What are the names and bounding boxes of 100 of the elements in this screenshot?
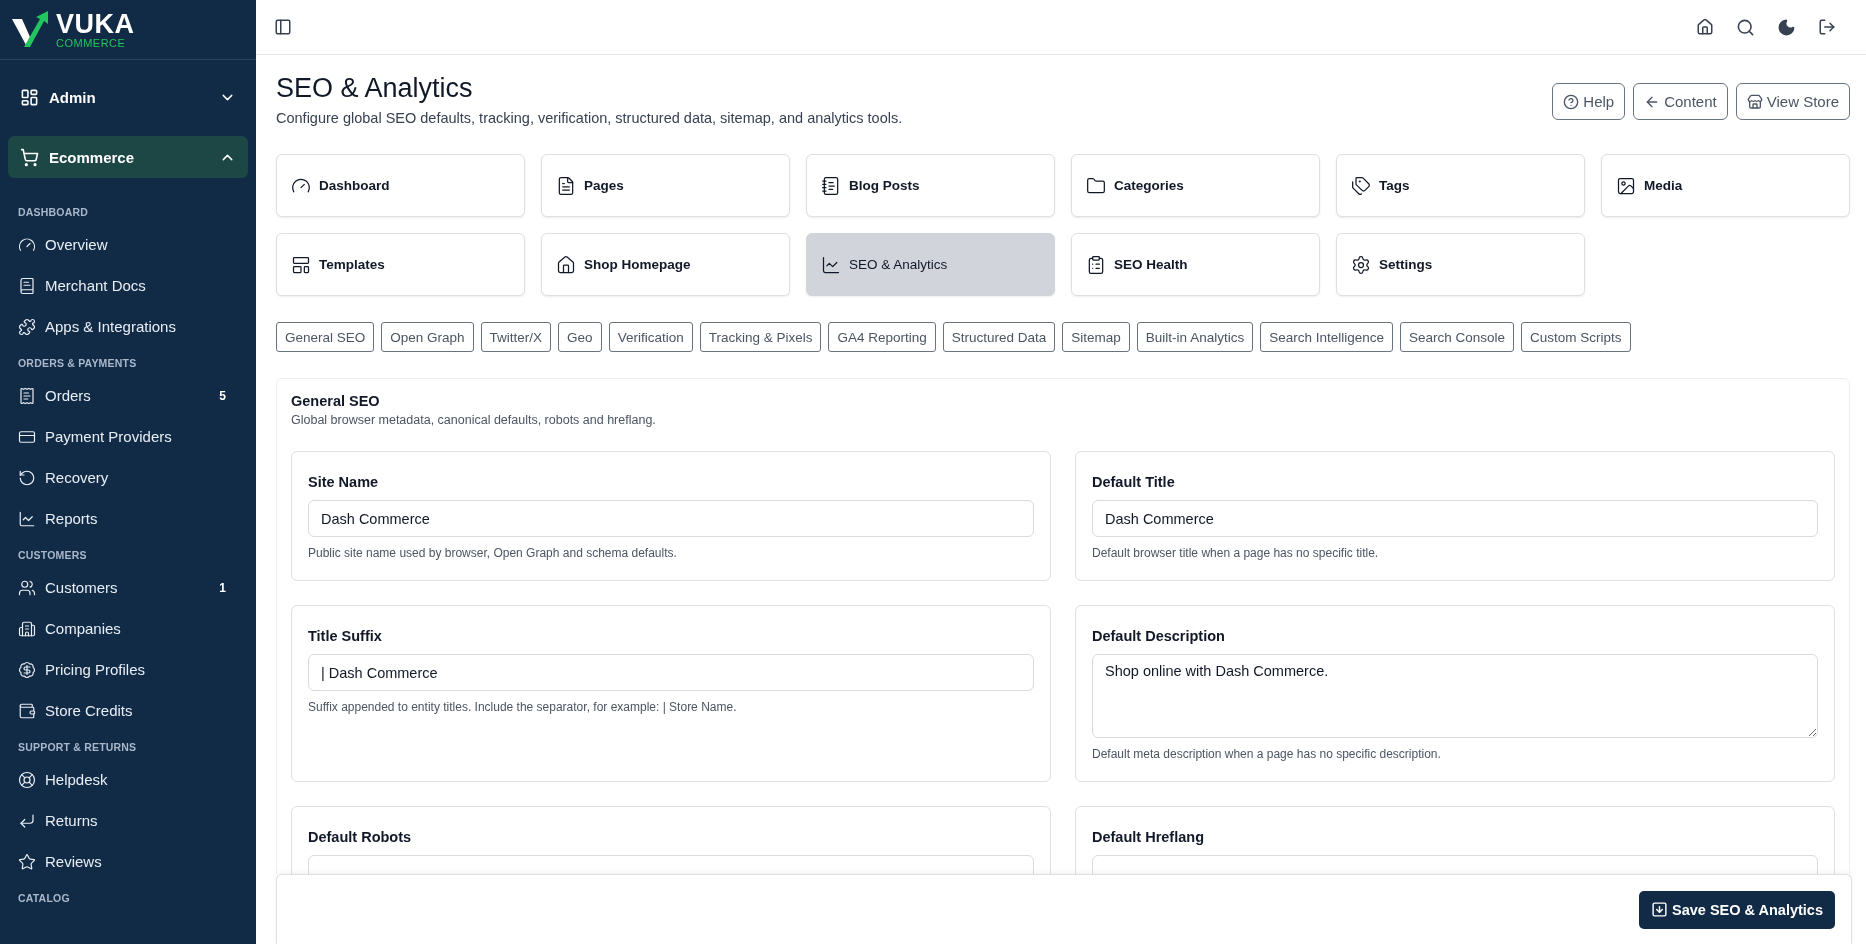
notebook-icon — [821, 175, 841, 196]
sidebar-item[interactable]: Apps & Integrations — [8, 306, 248, 347]
input-field[interactable]: Dash Commerce — [308, 500, 1034, 537]
tab[interactable]: General SEO — [276, 322, 375, 352]
puzzle-icon — [18, 317, 36, 336]
nav-card[interactable]: Media — [1601, 154, 1850, 217]
item-count: 1 — [219, 580, 227, 595]
dollar-badge-icon — [18, 660, 36, 679]
home-button[interactable] — [1696, 18, 1714, 36]
store-icon — [1746, 93, 1763, 110]
sidebar-item[interactable]: Payment Providers — [8, 416, 248, 457]
tab[interactable]: Custom Scripts — [1521, 322, 1631, 352]
field-label: Default Title — [1092, 474, 1176, 490]
header-button[interactable]: Content — [1633, 83, 1728, 120]
sidebar-item[interactable]: Returns — [8, 800, 248, 841]
wallet-icon — [18, 701, 36, 720]
receipt-icon — [18, 386, 36, 405]
save-icon — [1651, 901, 1668, 918]
logout-button[interactable] — [1818, 18, 1836, 36]
template-icon — [291, 254, 311, 275]
sidebar-item[interactable]: Recovery — [8, 457, 248, 498]
nav-card[interactable]: Shop Homepage — [541, 233, 790, 296]
document-icon — [556, 175, 576, 196]
sidebar-item[interactable]: Orders 5 — [8, 375, 248, 416]
tab[interactable]: GA4 Reporting — [828, 322, 936, 352]
tab[interactable]: Open Graph — [381, 322, 474, 352]
users-icon — [18, 578, 36, 597]
line-chart-icon — [18, 509, 36, 528]
tab[interactable]: Geo — [558, 322, 602, 352]
brand-name: VUKA — [56, 10, 135, 38]
lifebuoy-icon — [18, 770, 36, 789]
sidebar-item[interactable]: Reviews — [8, 841, 248, 882]
section-title: SUPPORT & RETURNS — [17, 740, 138, 755]
nav-card[interactable]: Templates — [276, 233, 525, 296]
tab[interactable]: Verification — [608, 322, 693, 352]
help-text: Default meta description when a page has no specific description. — [1092, 747, 1442, 761]
sidebar-item[interactable]: Store Credits — [8, 690, 248, 731]
tab[interactable]: Structured Data — [942, 322, 1056, 352]
tags-icon — [1351, 175, 1371, 196]
line-chart-icon — [821, 254, 841, 275]
tab[interactable]: Twitter/X — [480, 322, 552, 352]
item-count: 5 — [219, 388, 227, 403]
rotate-icon — [18, 468, 36, 487]
tab[interactable]: Sitemap — [1062, 322, 1130, 352]
sidebar-item[interactable]: Pricing Profiles — [8, 649, 248, 690]
sidebar-item[interactable]: Merchant Docs — [8, 265, 248, 306]
section-description: Global browser metadata, canonical defaults, robots and hreflang. — [291, 413, 657, 427]
section-title: ORDERS & PAYMENTS — [17, 356, 138, 371]
field-label: Site Name — [308, 474, 380, 490]
page-title: SEO & Analytics — [276, 73, 474, 104]
sidebar-item[interactable]: Companies — [8, 608, 248, 649]
tab[interactable]: Tracking & Pixels — [699, 322, 822, 352]
tab[interactable]: Built-in Analytics — [1136, 322, 1254, 352]
building-icon — [18, 619, 36, 638]
sidebar-toggle-button[interactable] — [274, 18, 292, 36]
help-text: Public site name used by browser, Open Graph and schema defaults. — [308, 546, 678, 560]
textarea-field[interactable]: Shop online with Dash Commerce. — [1092, 654, 1818, 738]
section-title: CUSTOMERS — [17, 548, 88, 563]
input-field[interactable]: Dash Commerce — [1092, 500, 1818, 537]
field-label: Default Hreflang — [1092, 829, 1205, 845]
panels-icon — [20, 87, 39, 107]
nav-card[interactable]: Settings — [1336, 233, 1585, 296]
sidebar-group[interactable]: Admin — [8, 76, 248, 118]
cart-icon — [20, 147, 39, 167]
nav-card[interactable]: SEO Health — [1071, 233, 1320, 296]
header-button[interactable]: View Store — [1735, 83, 1850, 120]
tab[interactable]: Search Console — [1400, 322, 1515, 352]
settings-icon — [1351, 254, 1371, 275]
star-icon — [18, 852, 36, 871]
gauge-icon — [18, 235, 36, 254]
sidebar-item[interactable]: Helpdesk — [8, 759, 248, 800]
section-title: DASHBOARD — [17, 205, 90, 220]
house-icon — [556, 254, 576, 275]
help-text: Default browser title when a page has no specific title. — [1092, 546, 1380, 560]
brand-tagline: COMMERCE — [56, 37, 127, 49]
nav-card[interactable]: Tags — [1336, 154, 1585, 217]
sidebar-group[interactable]: Ecommerce — [8, 136, 248, 178]
tab[interactable]: Search Intelligence — [1260, 322, 1393, 352]
nav-card[interactable]: Pages — [541, 154, 790, 217]
folder-icon — [1086, 175, 1106, 196]
dark-mode-button[interactable] — [1777, 17, 1796, 37]
section-title: CATALOG — [17, 891, 71, 906]
search-button[interactable] — [1736, 17, 1755, 37]
field-label: Default Description — [1092, 628, 1226, 644]
nav-card[interactable]: Dashboard — [276, 154, 525, 217]
input-field[interactable]: | Dash Commerce — [308, 654, 1034, 691]
save-button[interactable]: Save SEO & Analytics — [1639, 890, 1835, 929]
sidebar-item[interactable]: Reports — [8, 498, 248, 539]
nav-card[interactable]: Categories — [1071, 154, 1320, 217]
sidebar-item[interactable]: Overview — [8, 224, 248, 265]
nav-card[interactable]: SEO & Analytics — [806, 233, 1055, 296]
field-label: Title Suffix — [308, 628, 383, 644]
help-icon — [1563, 93, 1580, 110]
nav-card[interactable]: Blog Posts — [806, 154, 1055, 217]
notebook-icon — [18, 276, 36, 295]
field-label: Default Robots — [308, 829, 413, 845]
page-subtitle: Configure global SEO defaults, tracking, verification, structured data, sitemap, and analytics tools. — [276, 110, 903, 126]
sidebar-item[interactable]: Customers 1 — [8, 567, 248, 608]
header-button[interactable]: Help — [1552, 83, 1626, 120]
image-icon — [1616, 175, 1636, 196]
